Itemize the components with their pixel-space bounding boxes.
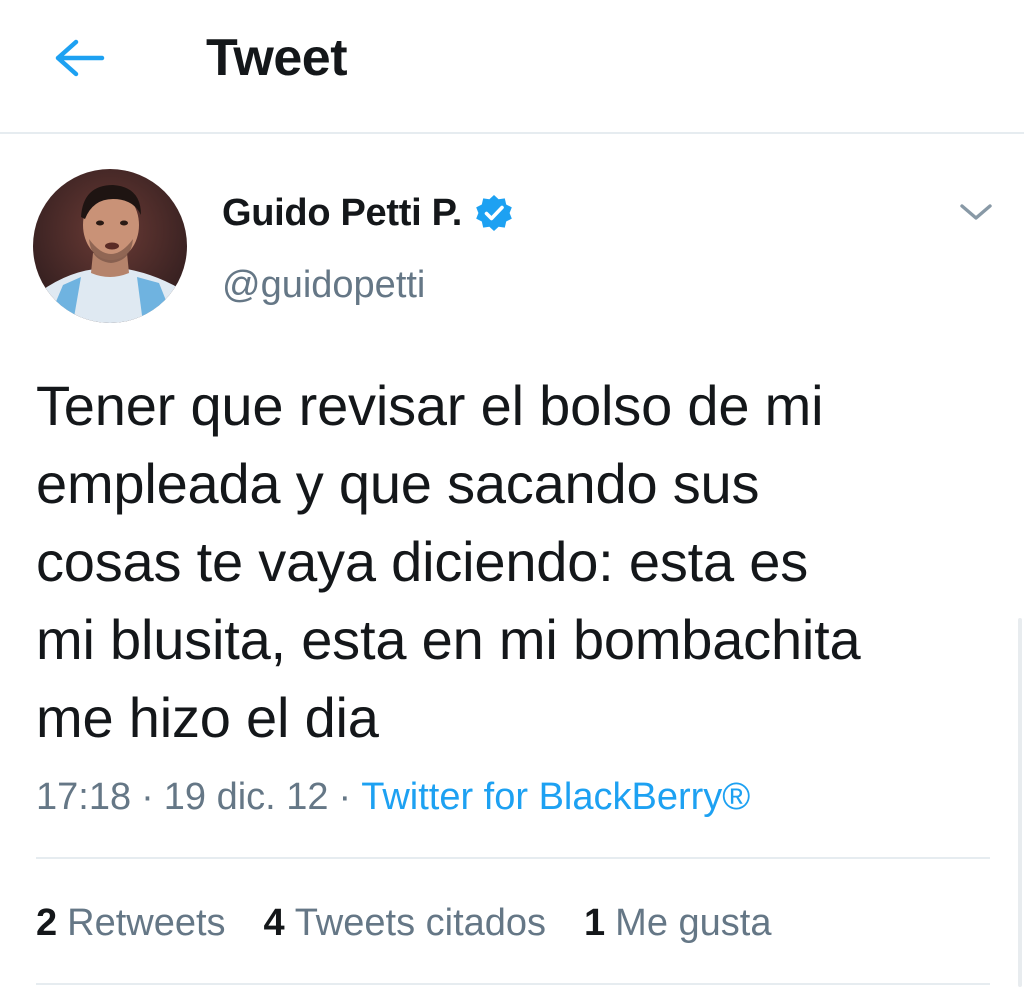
likes-count: 1 [584, 902, 606, 944]
quote-tweets-label: Tweets citados [294, 902, 547, 944]
verified-badge-icon [474, 193, 514, 233]
likes-label: Me gusta [615, 902, 772, 944]
author-handle[interactable]: @guidopetti [222, 262, 425, 308]
divider [36, 983, 990, 985]
avatar[interactable] [33, 169, 187, 323]
divider [36, 857, 990, 859]
tweet-source-link[interactable]: Twitter for BlackBerry® [361, 776, 750, 818]
tweet-text-line: Tener que revisar el bolso de mi [36, 374, 824, 437]
tweet-text-line: cosas te vaya diciendo: esta es [36, 530, 809, 593]
tweet-text: Tener que revisar el bolso de mi emplead… [36, 367, 996, 757]
meta-separator: · [338, 776, 352, 818]
tweet-meta: 17:18 · 19 dic. 12 · Twitter for BlackBerry® [36, 774, 750, 820]
tweet-text-line: me hizo el dia [36, 686, 379, 749]
author-name-row[interactable]: Guido Petti P. [222, 190, 514, 236]
likes-stat[interactable]: 1 Me gusta [584, 898, 771, 948]
retweets-count: 2 [36, 902, 58, 944]
quote-tweets-count: 4 [263, 902, 285, 944]
tweet-time: 17:18 [36, 776, 132, 818]
back-button[interactable] [50, 32, 110, 84]
tweet-date: 19 dic. 12 [163, 776, 329, 818]
arrow-left-icon [55, 39, 105, 77]
more-options-button[interactable] [950, 190, 1002, 234]
retweets-label: Retweets [67, 902, 226, 944]
tweet-text-line: empleada y que sacando sus [36, 452, 760, 515]
author-name: Guido Petti P. [222, 192, 463, 234]
tweet-stats: 2 Retweets 4 Tweets citados 1 Me gusta [36, 898, 809, 948]
page-title: Tweet [206, 29, 348, 87]
meta-separator: · [141, 776, 154, 818]
retweets-stat[interactable]: 2 Retweets [36, 898, 226, 948]
tweet-text-line: mi blusita, esta en mi bombachita [36, 608, 861, 671]
top-bar: Tweet [0, 0, 1024, 134]
avatar-photo [33, 169, 187, 323]
chevron-down-icon [960, 204, 992, 220]
quote-tweets-stat[interactable]: 4 Tweets citados [264, 898, 546, 948]
scrollbar[interactable] [1018, 618, 1022, 987]
